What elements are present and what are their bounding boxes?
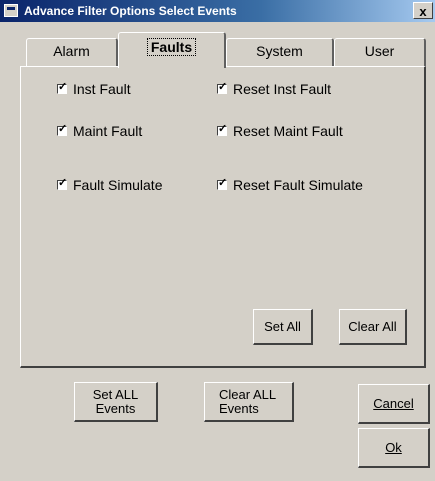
reset-inst-fault-label: Reset Inst Fault xyxy=(233,81,332,97)
fault-simulate-label: Fault Simulate xyxy=(73,177,163,193)
inst-fault-label: Inst Fault xyxy=(73,81,131,97)
ok-button[interactable]: Ok xyxy=(358,428,430,468)
fault-simulate-checkbox[interactable]: Fault Simulate xyxy=(57,176,163,193)
tab-user[interactable]: User xyxy=(334,38,426,66)
clear-all-events-button[interactable]: Clear ALL Events xyxy=(204,382,294,422)
checkbox-check-icon xyxy=(217,80,227,95)
reset-maint-fault-checkbox[interactable]: Reset Maint Fault xyxy=(217,122,343,139)
set-all-events-button[interactable]: Set ALL Events xyxy=(74,382,158,422)
ok-label: Ok xyxy=(385,439,402,455)
tab-user-label: User xyxy=(364,43,395,59)
window-title: Advance Filter Options Select Events xyxy=(24,4,237,18)
reset-maint-fault-label: Reset Maint Fault xyxy=(233,123,343,139)
clear-all-events-line2: Events xyxy=(219,400,259,416)
tab-faults-label: Faults xyxy=(146,38,197,56)
title-bar: Advance Filter Options Select Events x xyxy=(0,0,435,22)
tab-strip: Alarm Faults System User xyxy=(20,30,426,68)
set-all-button[interactable]: Set All xyxy=(253,309,313,345)
set-all-events-line1: Set ALL xyxy=(92,386,139,402)
close-button[interactable]: x xyxy=(413,2,433,19)
reset-fault-simulate-label: Reset Fault Simulate xyxy=(233,177,363,193)
checkbox-check-icon xyxy=(217,176,227,191)
checkbox-check-icon xyxy=(57,80,67,95)
checkbox-check-icon xyxy=(57,122,67,137)
cancel-label: Cancel xyxy=(373,395,414,411)
tab-system[interactable]: System xyxy=(226,38,334,66)
checkbox-check-icon xyxy=(217,122,227,137)
tab-system-label: System xyxy=(256,43,303,59)
reset-fault-simulate-checkbox[interactable]: Reset Fault Simulate xyxy=(217,176,363,193)
faults-panel: Inst Fault Reset Inst Fault Maint Fault … xyxy=(20,66,426,368)
tab-faults[interactable]: Faults xyxy=(118,32,226,68)
checkbox-check-icon xyxy=(57,176,67,191)
reset-inst-fault-checkbox[interactable]: Reset Inst Fault xyxy=(217,80,332,97)
window-menu-icon[interactable] xyxy=(4,4,18,17)
tab-alarm-label: Alarm xyxy=(53,43,90,59)
set-all-events-line2: Events xyxy=(95,400,136,416)
cancel-button[interactable]: Cancel xyxy=(358,384,430,424)
tab-alarm[interactable]: Alarm xyxy=(26,38,118,66)
maint-fault-checkbox[interactable]: Maint Fault xyxy=(57,122,143,139)
maint-fault-label: Maint Fault xyxy=(73,123,143,139)
inst-fault-checkbox[interactable]: Inst Fault xyxy=(57,80,131,97)
clear-all-events-line1: Clear ALL xyxy=(219,386,277,402)
clear-all-button[interactable]: Clear All xyxy=(339,309,407,345)
